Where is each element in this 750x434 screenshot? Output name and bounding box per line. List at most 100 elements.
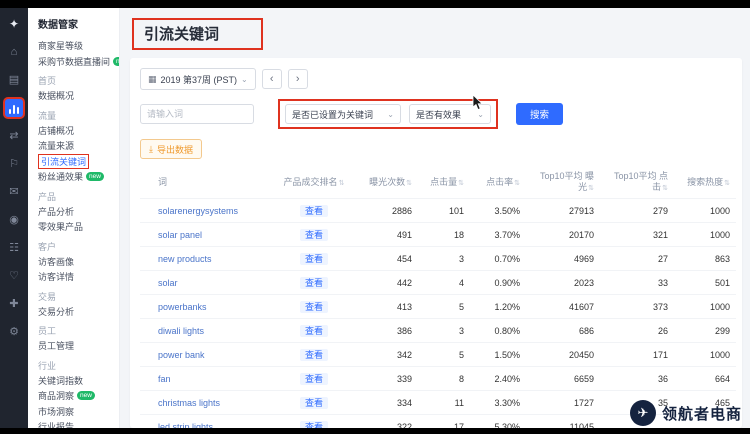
prev-week-button[interactable]: ‹ <box>262 69 282 89</box>
sidebar-items: 商家星等级采购节数据直播间new首页数据概况流量店铺概况流量来源引流关键词粉丝通… <box>38 38 119 428</box>
sidebar-item-14[interactable]: 访客详情 <box>38 269 119 285</box>
filter-effective-label: 是否有效果 <box>416 108 461 121</box>
impressions-cell: 386 <box>356 319 418 343</box>
sort-icon[interactable]: ⇅ <box>662 185 668 192</box>
message-icon[interactable]: ✉ <box>5 183 23 201</box>
top10_impressions-cell: 20450 <box>526 343 600 367</box>
orders-icon[interactable]: ▤ <box>5 71 23 89</box>
ctr-cell: 3.30% <box>470 391 526 415</box>
keyword-cell[interactable]: diwali lights <box>140 319 272 343</box>
top10_clicks-cell: 26 <box>600 319 674 343</box>
sidebar-item-21[interactable]: 商品洞察new <box>38 388 119 404</box>
filter-effective-dropdown[interactable]: 是否有效果 ⌄ <box>409 104 491 124</box>
next-week-button[interactable]: › <box>288 69 308 89</box>
sidebar-item-10[interactable]: 产品分析 <box>38 204 119 220</box>
export-data-button[interactable]: ⤓ 导出数据 <box>140 139 202 159</box>
clicks-cell: 8 <box>418 367 470 391</box>
user-icon[interactable]: ◉ <box>5 211 23 229</box>
filter-row: 是否已设置为关键词 ⌄ 是否有效果 ⌄ 搜索 <box>140 99 732 129</box>
sidebar-item-20[interactable]: 关键词指数 <box>38 373 119 389</box>
column-header-top10_impressions[interactable]: Top10平均 曝光⇅ <box>526 167 600 199</box>
new-badge: new <box>86 172 104 181</box>
column-header-label: Top10平均 点击 <box>614 171 668 192</box>
impressions-cell: 2886 <box>356 199 418 223</box>
keyword-cell[interactable]: solar panel <box>140 223 272 247</box>
sidebar-item-18[interactable]: 员工管理 <box>38 338 119 354</box>
sidebar-item-1[interactable]: 采购节数据直播间new <box>38 54 119 70</box>
view-rank-link[interactable]: 查看 <box>300 373 328 385</box>
chevron-down-icon: ⌄ <box>477 110 484 119</box>
sidebar-item-16[interactable]: 交易分析 <box>38 304 119 320</box>
keyword-cell[interactable]: fan <box>140 367 272 391</box>
keyword-cell[interactable]: power bank <box>140 343 272 367</box>
transfer-icon[interactable]: ⇄ <box>5 127 23 145</box>
week-selector[interactable]: ▦ 2019 第37周 (PST) ⌄ <box>140 68 256 90</box>
annotation-box-title: 引流关键词 <box>132 18 263 50</box>
sidebar-item-label: 引流关键词 <box>38 154 89 169</box>
sidebar-item-8[interactable]: 粉丝通效果new <box>38 169 119 185</box>
clicks-cell: 18 <box>418 223 470 247</box>
sort-icon[interactable]: ⇅ <box>588 185 594 192</box>
sidebar-section-label: 流量 <box>38 108 119 123</box>
sidebar-item-7[interactable]: 引流关键词 <box>38 154 119 170</box>
sidebar-item-11[interactable]: 零效果产品 <box>38 219 119 235</box>
filter-set-keyword-dropdown[interactable]: 是否已设置为关键词 ⌄ <box>285 104 401 124</box>
top10_impressions-cell: 1727 <box>526 391 600 415</box>
keyword-cell[interactable]: led strip lights <box>140 415 272 429</box>
impressions-cell: 342 <box>356 343 418 367</box>
view-rank-link[interactable]: 查看 <box>300 205 328 217</box>
settings-icon[interactable]: ⚙ <box>5 323 23 341</box>
keyword-cell[interactable]: powerbanks <box>140 295 272 319</box>
view-rank-link[interactable]: 查看 <box>300 421 328 428</box>
view-rank-link[interactable]: 查看 <box>300 349 328 361</box>
sidebar-item-22[interactable]: 市场洞察 <box>38 404 119 420</box>
sort-icon[interactable]: ⇅ <box>724 180 730 187</box>
sidebar-item-0[interactable]: 商家星等级 <box>38 38 119 54</box>
search-button[interactable]: 搜索 <box>516 103 563 125</box>
home-icon[interactable]: ⌂ <box>5 43 23 61</box>
column-header-clicks[interactable]: 点击量⇅ <box>418 167 470 199</box>
view-rank-link[interactable]: 查看 <box>300 301 328 313</box>
sort-icon[interactable]: ⇅ <box>458 180 464 187</box>
impressions-cell: 322 <box>356 415 418 429</box>
sort-icon[interactable]: ⇅ <box>514 180 520 187</box>
top10_clicks-cell: 171 <box>600 343 674 367</box>
favorites-icon[interactable]: ♡ <box>5 267 23 285</box>
keyword-cell[interactable]: solar <box>140 271 272 295</box>
view-rank-link[interactable]: 查看 <box>300 277 328 289</box>
keyword-cell[interactable]: solarenergysystems <box>140 199 272 223</box>
sidebar-item-23[interactable]: 行业报告 <box>38 419 119 428</box>
keyword-cell[interactable]: christmas lights <box>140 391 272 415</box>
chart-bar-icon[interactable] <box>5 99 23 117</box>
column-header-label: 词 <box>158 177 167 187</box>
table-row: diwali lights查看38630.80%68626299 <box>140 319 736 343</box>
date-row: ▦ 2019 第37周 (PST) ⌄ ‹ › <box>140 68 732 90</box>
products-icon[interactable]: ☷ <box>5 239 23 257</box>
campaign-icon[interactable]: ⚐ <box>5 155 23 173</box>
column-header-ctr[interactable]: 点击率⇅ <box>470 167 526 199</box>
app-logo-icon[interactable]: ✦ <box>5 15 23 33</box>
new-badge: new <box>77 391 95 400</box>
view-rank-cell: 查看 <box>272 247 356 271</box>
clicks-cell: 11 <box>418 391 470 415</box>
sort-icon[interactable]: ⇅ <box>406 180 412 187</box>
keyword-cell[interactable]: new products <box>140 247 272 271</box>
view-rank-link[interactable]: 查看 <box>300 253 328 265</box>
ctr-cell: 0.80% <box>470 319 526 343</box>
view-rank-link[interactable]: 查看 <box>300 325 328 337</box>
add-icon[interactable]: ✚ <box>5 295 23 313</box>
view-rank-link[interactable]: 查看 <box>300 229 328 241</box>
sidebar-item-5[interactable]: 店铺概况 <box>38 123 119 139</box>
sidebar-item-6[interactable]: 流量来源 <box>38 138 119 154</box>
sidebar-item-3[interactable]: 数据概况 <box>38 88 119 104</box>
top10_impressions-cell: 20170 <box>526 223 600 247</box>
column-header-impressions[interactable]: 曝光次数⇅ <box>356 167 418 199</box>
column-header-top10_clicks[interactable]: Top10平均 点击⇅ <box>600 167 674 199</box>
sort-icon[interactable]: ⇅ <box>339 180 345 187</box>
view-rank-link[interactable]: 查看 <box>300 397 328 409</box>
sidebar-item-13[interactable]: 访客画像 <box>38 254 119 270</box>
download-icon: ⤓ <box>149 144 153 155</box>
keyword-search-input[interactable] <box>140 104 254 124</box>
column-header-view[interactable]: 产品成交排名⇅ <box>272 167 356 199</box>
column-header-heat[interactable]: 搜索热度⇅ <box>674 167 736 199</box>
